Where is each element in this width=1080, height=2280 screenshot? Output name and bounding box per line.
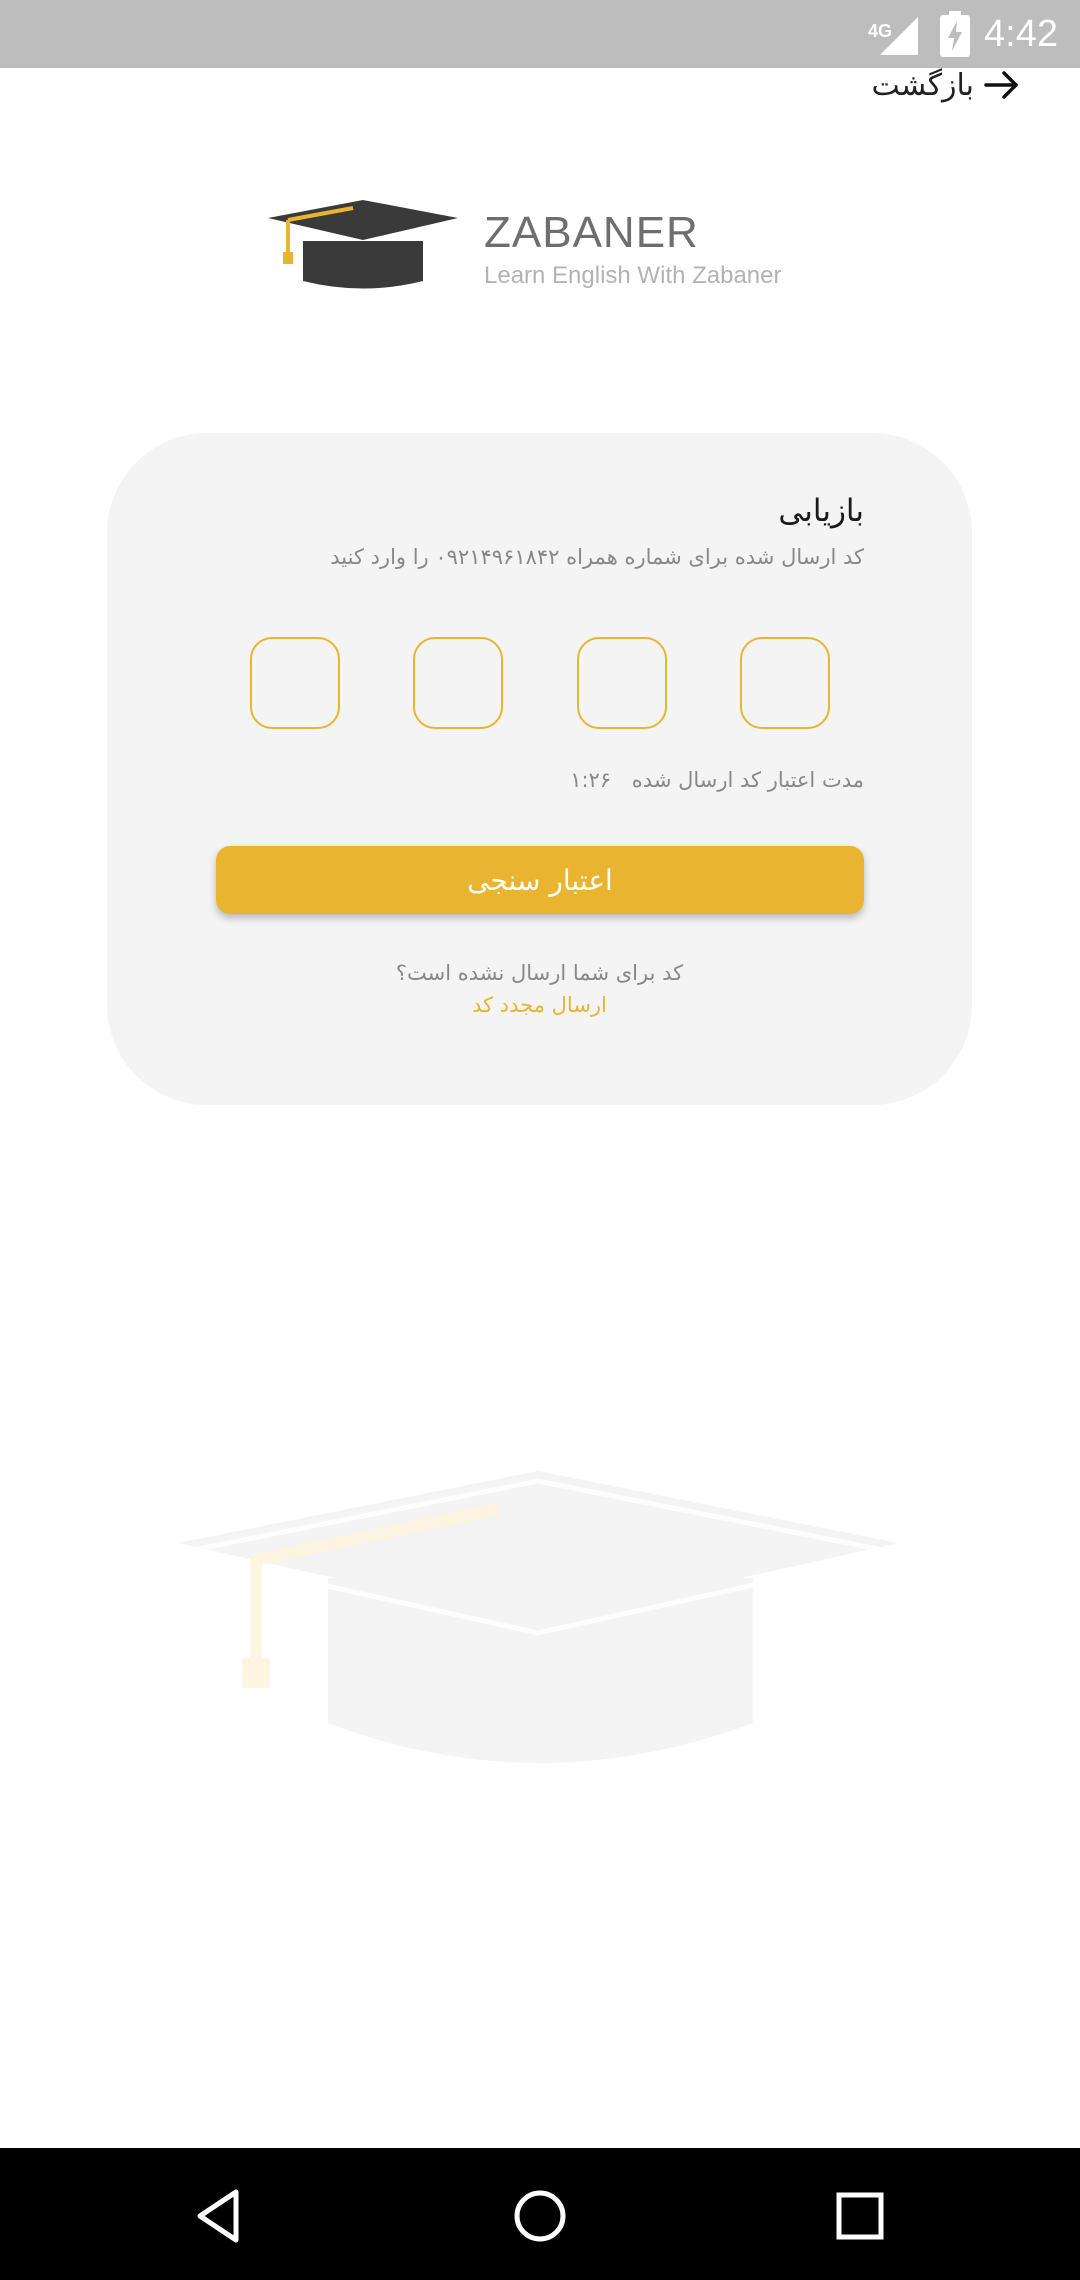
arrow-right-icon [984, 71, 1018, 99]
otp-digit-1[interactable] [250, 637, 340, 729]
app-name: ZABANER [484, 208, 699, 257]
code-timer: مدت اعتبار کد ارسال شده ۱:۲۶ [570, 768, 864, 792]
back-label: بازگشت [871, 67, 974, 103]
otp-digit-4[interactable] [739, 637, 830, 729]
verify-button[interactable]: اعتبار سنجی [216, 846, 864, 914]
timer-label: مدت اعتبار کد ارسال شده [631, 768, 864, 792]
otp-input-row [250, 637, 830, 733]
code-not-received-text: کد برای شما ارسال نشده است؟ [395, 961, 684, 985]
back-button[interactable]: بازگشت [872, 64, 1022, 106]
circle-home-icon[interactable] [510, 2186, 570, 2246]
square-recents-icon[interactable] [830, 2186, 890, 2246]
network-type-label: 4G [868, 21, 893, 41]
app-logo: ZABANER Learn English With Zabaner [268, 196, 798, 306]
graduation-cap-icon [268, 200, 458, 289]
otp-digit-2[interactable] [413, 637, 504, 729]
card-title: بازیابی [778, 493, 864, 529]
recovery-card: بازیابی کد ارسال شده برای شماره همراه ۰۹… [107, 433, 972, 1105]
status-time: 4:42 [984, 12, 1058, 55]
battery-charging-icon [940, 11, 971, 57]
timer-value: ۱:۲۶ [570, 768, 612, 792]
status-icons: 4G 4:42 [868, 0, 1058, 68]
card-subtitle: کد ارسال شده برای شماره همراه ۰۹۲۱۴۹۶۱۸۴… [330, 545, 864, 569]
graduation-cap-watermark-icon [178, 1471, 898, 1763]
triangle-back-icon[interactable] [190, 2186, 250, 2246]
resend-code-link[interactable]: ارسال مجدد کد [107, 993, 972, 1017]
status-bar: 4G 4:42 [0, 0, 1080, 68]
system-nav-bar [0, 2148, 1080, 2280]
app-tagline: Learn English With Zabaner [484, 262, 782, 289]
otp-digit-3[interactable] [576, 637, 667, 729]
signal-indicator: 4G [868, 9, 926, 59]
